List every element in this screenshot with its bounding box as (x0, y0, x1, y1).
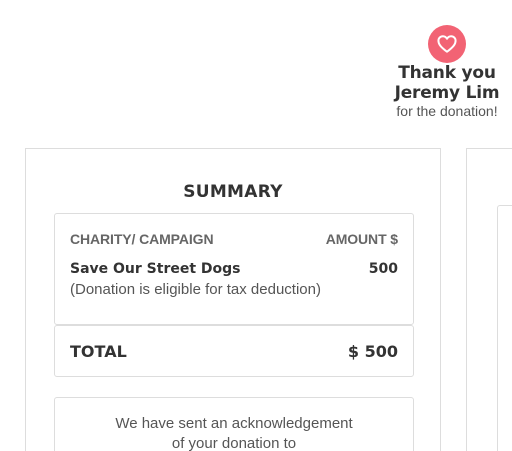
thank-you-heading: Thank you (398, 63, 496, 83)
summary-title: SUMMARY (183, 182, 283, 202)
campaign-amount: 500 (368, 261, 398, 277)
heart-icon (437, 35, 457, 53)
heart-badge (428, 25, 466, 63)
campaign-column-header: CHARITY/ CAMPAIGN (70, 231, 214, 247)
total-label: TOTAL (70, 342, 127, 361)
campaign-name: Save Our Street Dogs (70, 261, 241, 277)
acknowledgement-text: We have sent an acknowledgement of your … (55, 414, 413, 451)
thank-you-subtitle: for the donation! (396, 103, 498, 119)
donation-confirmation-page: Thank you Jeremy Lim for the donation! S… (0, 0, 512, 451)
donation-items-box: CHARITY/ CAMPAIGN AMOUNT $ Save Our Stre… (54, 213, 414, 325)
total-box: TOTAL $ 500 (54, 325, 414, 377)
acknowledgement-box: We have sent an acknowledgement of your … (54, 397, 414, 451)
total-value: $ 500 (347, 342, 398, 361)
tax-deduction-note: (Donation is eligible for tax deduction) (70, 281, 321, 298)
acknowledgement-line-1: We have sent an acknowledgement (115, 415, 353, 432)
donor-name: Jeremy Lim (394, 83, 500, 103)
side-card-panel (497, 205, 512, 451)
thank-you-message: Thank you Jeremy Lim for the donation! (380, 63, 512, 119)
amount-column-header: AMOUNT $ (325, 231, 398, 247)
acknowledgement-line-2: of your donation to (171, 435, 297, 451)
